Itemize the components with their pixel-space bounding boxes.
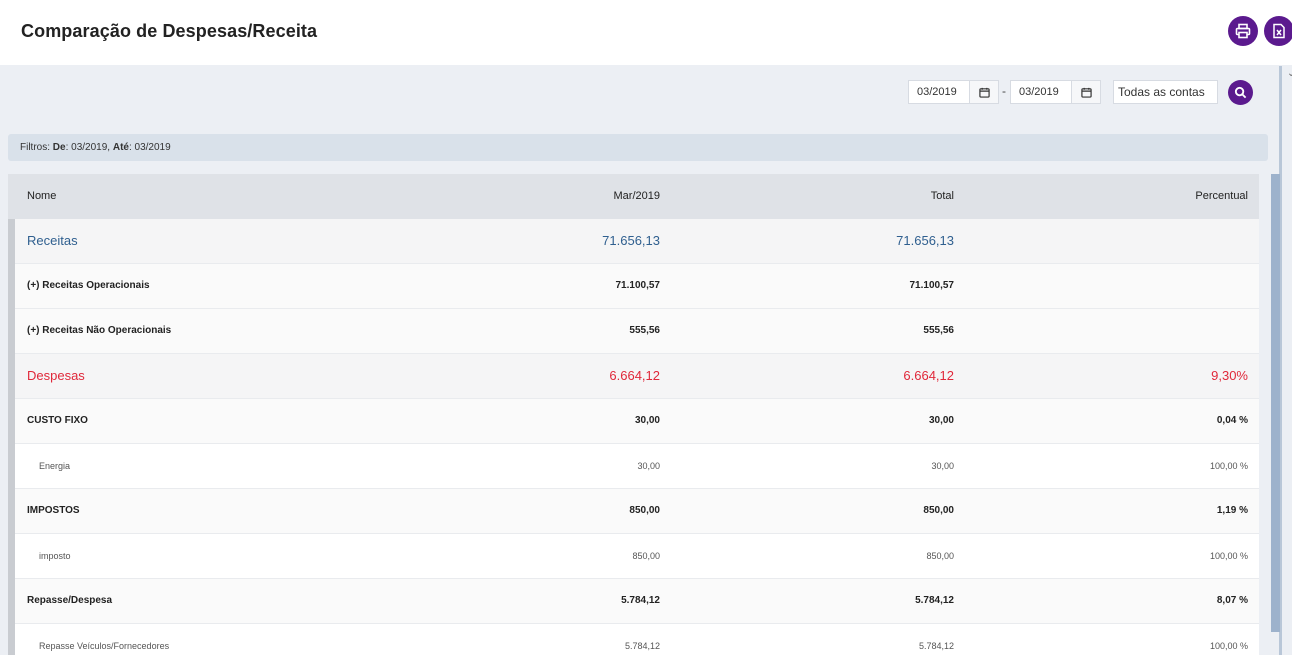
row-total-value: 850,00 <box>926 551 954 561</box>
page-title: Comparação de Despesas/Receita <box>21 21 318 41</box>
header-nome[interactable]: Nome <box>27 190 56 202</box>
row-name: CUSTO FIXO <box>27 415 88 426</box>
table-row[interactable]: Despesas 6.664,12 6.664,12 9,30% <box>8 354 1259 399</box>
row-percentual-value: 8,07 % <box>1216 595 1248 606</box>
row-total-value: 5.784,12 <box>915 595 954 606</box>
row-mar-2019-value: 555,56 <box>629 325 660 336</box>
row-percentual-value: 9,30% <box>1211 368 1248 383</box>
table-scrollbar[interactable] <box>1271 174 1280 632</box>
row-indicator-bar <box>8 444 15 489</box>
date-to-calendar-button[interactable] <box>1071 80 1101 104</box>
top-bar: Comparação de Despesas/Receita <box>0 0 1292 65</box>
row-name: (+) Receitas Operacionais <box>27 280 150 291</box>
accounts-select[interactable]: Todas as contas <box>1113 80 1218 104</box>
row-mar-2019-value: 71.100,57 <box>615 280 661 291</box>
row-total-value: 6.664,12 <box>903 368 954 383</box>
row-mar-2019-value: 5.784,12 <box>624 641 660 651</box>
printer-icon <box>1235 23 1251 39</box>
date-range-separator: - <box>1002 84 1006 98</box>
row-percentual-value: 1,19 % <box>1216 505 1248 516</box>
row-indicator-bar <box>8 219 15 264</box>
row-indicator-bar <box>8 489 15 534</box>
row-indicator-bar <box>8 399 15 444</box>
date-from-input[interactable]: 03/2019 <box>908 80 970 104</box>
table-row[interactable]: CUSTO FIXO 30,00 30,00 0,04 % <box>8 399 1259 444</box>
row-name: Energia <box>39 461 71 471</box>
row-name: imposto <box>39 551 71 561</box>
row-name: Receitas <box>27 233 78 248</box>
row-mar-2019-value: 850,00 <box>629 505 660 516</box>
print-button[interactable] <box>1228 16 1258 46</box>
row-name: (+) Receitas Não Operacionais <box>27 325 172 336</box>
search-icon <box>1234 86 1247 99</box>
date-from-calendar-button[interactable] <box>969 80 999 104</box>
table-header: Nome Mar/2019 Total Percentual <box>8 174 1259 219</box>
row-total-value: 30,00 <box>928 415 954 426</box>
row-indicator-bar <box>8 264 15 309</box>
row-mar-2019-value: 30,00 <box>637 461 660 471</box>
filter-to-label: Até <box>112 142 129 153</box>
calendar-icon <box>1080 87 1092 98</box>
header-total[interactable]: Total <box>931 190 954 202</box>
row-mar-2019-value: 850,00 <box>632 551 660 561</box>
filter-from-value: : 03/2019, <box>65 142 113 153</box>
header-percentual[interactable]: Percentual <box>1195 190 1248 202</box>
table-row[interactable]: IMPOSTOS 850,00 850,00 1,19 % <box>8 489 1259 534</box>
filter-prefix: Filtros: <box>20 142 53 153</box>
row-name: IMPOSTOS <box>27 505 80 516</box>
row-indicator-bar <box>8 624 15 655</box>
row-mar-2019-value: 5.784,12 <box>621 595 660 606</box>
table-row[interactable]: (+) Receitas Operacionais 71.100,57 71.100… <box>8 264 1259 309</box>
row-mar-2019-value: 6.664,12 <box>609 368 660 383</box>
row-percentual-value: 100,00 % <box>1209 461 1248 471</box>
row-total-value: 555,56 <box>923 325 954 336</box>
row-mar-2019-value: 30,00 <box>634 415 660 426</box>
excel-export-button[interactable] <box>1264 16 1292 46</box>
row-total-value: 30,00 <box>931 461 954 471</box>
filter-from-label: De <box>52 142 66 153</box>
table-row[interactable]: (+) Receitas Não Operacionais 555,56 555,5… <box>8 309 1259 354</box>
header-mar-2019[interactable]: Mar/2019 <box>614 190 660 202</box>
search-button[interactable] <box>1228 80 1253 105</box>
date-to-input[interactable]: 03/2019 <box>1010 80 1072 104</box>
table-row[interactable]: Receitas 71.656,13 71.656,13 <box>8 219 1259 264</box>
comparison-table: Nome Mar/2019 Total Percentual Receitas 7… <box>8 174 1259 655</box>
row-indicator-bar <box>8 309 15 354</box>
row-indicator-bar <box>8 534 15 579</box>
row-percentual-value: 0,04 % <box>1216 415 1248 426</box>
excel-file-icon <box>1273 23 1285 39</box>
calendar-icon <box>978 87 990 98</box>
table-row[interactable]: Repasse Veículos/Fornecedores 5.784,12 5.7… <box>8 624 1259 655</box>
rail-indicator: ⌄ <box>1287 68 1292 79</box>
row-percentual-value: 100,00 % <box>1209 551 1248 561</box>
row-total-value: 850,00 <box>923 505 954 516</box>
table-row[interactable]: imposto 850,00 850,00 100,00 % <box>8 534 1259 579</box>
table-row[interactable]: Repasse/Despesa 5.784,12 5.784,12 8,07 % <box>8 579 1259 624</box>
row-total-value: 71.100,57 <box>909 280 955 291</box>
table-row[interactable]: Energia 30,00 30,00 100,00 % <box>8 444 1259 489</box>
row-total-value: 71.656,13 <box>896 233 954 248</box>
row-name: Despesas <box>27 368 85 383</box>
filter-to-value: : 03/2019 <box>128 142 171 153</box>
row-name: Repasse Veículos/Fornecedores <box>39 641 170 651</box>
row-indicator-bar <box>8 354 15 399</box>
filter-summary: Filtros: De: 03/2019, Até: 03/2019 <box>8 134 1268 161</box>
row-indicator-bar <box>8 579 15 624</box>
row-mar-2019-value: 71.656,13 <box>602 233 660 248</box>
row-name: Repasse/Despesa <box>27 595 113 606</box>
row-total-value: 5.784,12 <box>918 641 954 651</box>
row-percentual-value: 100,00 % <box>1209 641 1248 651</box>
